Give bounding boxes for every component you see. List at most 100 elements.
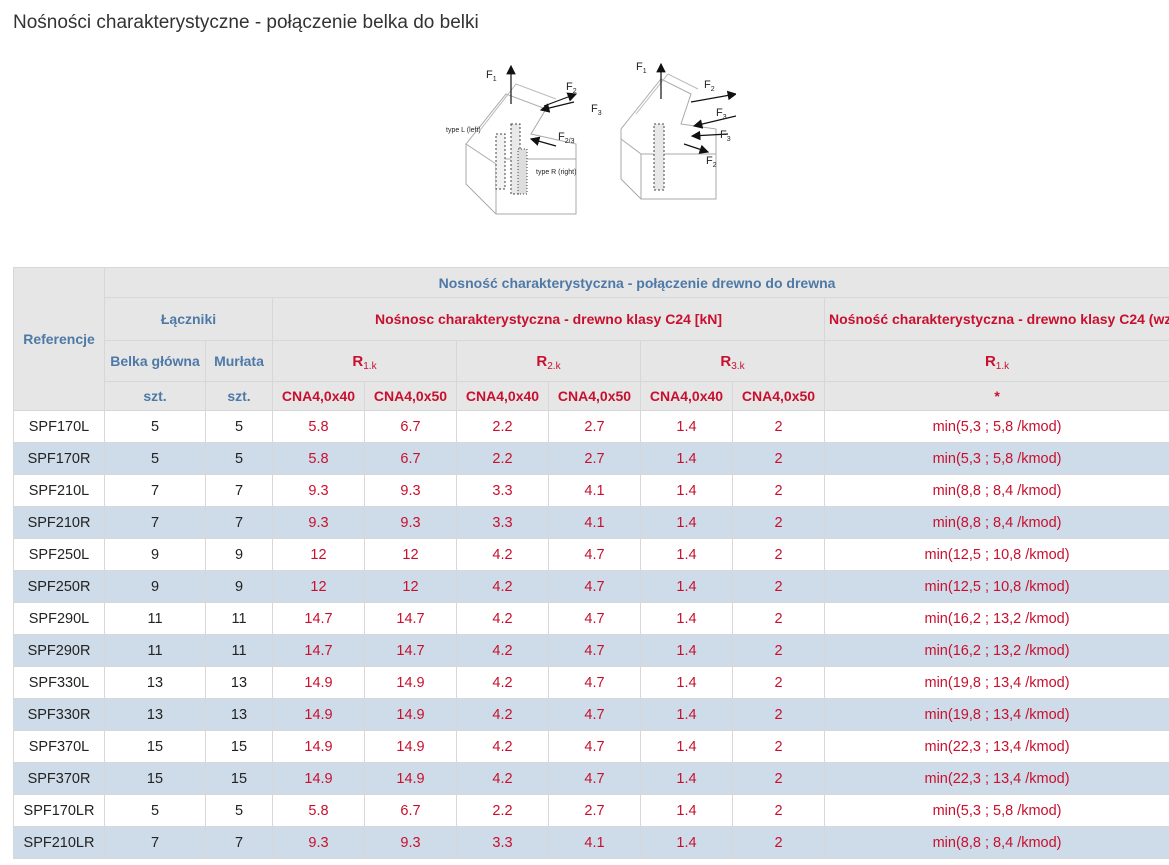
cell-r2-40: 4.2 xyxy=(456,538,549,571)
cell-r3-50: 2 xyxy=(732,634,825,667)
table-row: SPF370R 15 15 14.9 14.9 4.2 4.7 1.4 2 min(22,3 ; … xyxy=(13,762,1169,795)
cell-formula: min(16,2 ; 13,2 /kmod) xyxy=(823,634,1169,667)
cell-r2-40: 4.2 xyxy=(456,602,549,635)
cell-r2-40: 3.3 xyxy=(456,826,549,859)
cell-murlata: 11 xyxy=(205,602,273,635)
table-row: SPF210R 7 7 9.3 9.3 3.3 4.1 1.4 2 min(8,8 ; 8,4 /… xyxy=(13,506,1169,539)
cell-murlata: 5 xyxy=(205,410,273,443)
header-cna-6: CNA4,0x50 xyxy=(732,381,825,411)
table-row: SPF210L 7 7 9.3 9.3 3.3 4.1 1.4 2 min(8,8 ; 8,4 /… xyxy=(13,474,1169,507)
header-cna-5: CNA4,0x40 xyxy=(640,381,733,411)
table-row: SPF370L 15 15 14.9 14.9 4.2 4.7 1.4 2 min(22,3 ; … xyxy=(13,730,1169,763)
capacity-table: Referencje Nosność charakterystyczna - p… xyxy=(13,267,1169,859)
cell-r3-40: 1.4 xyxy=(640,730,733,763)
cell-r3-50: 2 xyxy=(732,442,825,475)
cell-r2-40: 4.2 xyxy=(456,666,549,699)
cell-r3-50: 2 xyxy=(732,826,825,859)
cell-r1-50: 14.9 xyxy=(364,666,457,699)
cell-murlata: 9 xyxy=(205,570,273,603)
cell-r3-40: 1.4 xyxy=(640,410,733,443)
header-r1-wzor: R1.k xyxy=(823,340,1169,382)
cell-belka: 13 xyxy=(104,698,206,731)
header-star: * xyxy=(823,381,1169,411)
cell-r2-50: 4.7 xyxy=(548,602,641,635)
header-cna-3: CNA4,0x40 xyxy=(456,381,549,411)
header-top: Nosność charakterystyczna - połączenie d… xyxy=(103,267,1169,298)
cell-ref: SPF210L xyxy=(13,474,105,507)
cell-r3-40: 1.4 xyxy=(640,602,733,635)
cell-r3-50: 2 xyxy=(732,666,825,699)
cell-r3-50: 2 xyxy=(732,794,825,827)
table-row: SPF290R 11 11 14.7 14.7 4.2 4.7 1.4 2 min(16,2 ; … xyxy=(13,634,1169,667)
cell-r3-40: 1.4 xyxy=(640,506,733,539)
cell-r2-40: 4.2 xyxy=(456,730,549,763)
table-row: SPF330R 13 13 14.9 14.9 4.2 4.7 1.4 2 min(19,8 ; … xyxy=(13,698,1169,731)
cell-r2-50: 2.7 xyxy=(548,410,641,443)
cell-formula: min(5,3 ; 5,8 /kmod) xyxy=(823,794,1169,827)
cell-r3-40: 1.4 xyxy=(640,634,733,667)
cell-r2-50: 4.7 xyxy=(548,634,641,667)
cell-r2-40: 3.3 xyxy=(456,506,549,539)
cell-belka: 13 xyxy=(104,666,206,699)
cell-r3-40: 1.4 xyxy=(640,570,733,603)
cell-r2-50: 4.7 xyxy=(548,730,641,763)
cell-ref: SPF330R xyxy=(13,698,105,731)
cell-r3-50: 2 xyxy=(732,698,825,731)
cell-r1-40: 5.8 xyxy=(272,442,365,475)
cell-r2-50: 4.7 xyxy=(548,666,641,699)
cell-r1-40: 12 xyxy=(272,570,365,603)
cell-r2-40: 4.2 xyxy=(456,698,549,731)
cell-r3-40: 1.4 xyxy=(640,826,733,859)
cell-r1-50: 14.9 xyxy=(364,730,457,763)
table-row: SPF250L 9 9 12 12 4.2 4.7 1.4 2 min(12,5 ; 10,8 /… xyxy=(13,538,1169,571)
label-f23-left: F2/3 xyxy=(558,131,575,145)
cell-r1-50: 6.7 xyxy=(364,442,457,475)
label-f1-right: F1 xyxy=(636,61,647,75)
cell-belka: 11 xyxy=(104,602,206,635)
cell-r1-40: 12 xyxy=(272,538,365,571)
cell-r1-40: 5.8 xyxy=(272,794,365,827)
cell-belka: 15 xyxy=(104,762,206,795)
cell-r1-50: 6.7 xyxy=(364,794,457,827)
cell-ref: SPF170R xyxy=(13,442,105,475)
cell-r2-50: 4.1 xyxy=(548,474,641,507)
cell-r2-50: 2.7 xyxy=(548,442,641,475)
cell-r2-50: 4.7 xyxy=(548,570,641,603)
label-f3a-right: F3 xyxy=(716,107,727,121)
table-row: SPF170L 5 5 5.8 6.7 2.2 2.7 1.4 2 min(5,3 ; 5,8 /… xyxy=(13,410,1169,443)
cell-r2-50: 4.1 xyxy=(548,826,641,859)
header-cna-2: CNA4,0x50 xyxy=(364,381,457,411)
cell-belka: 7 xyxy=(104,506,206,539)
cell-formula: min(19,8 ; 13,4 /kmod) xyxy=(823,698,1169,731)
plate-left-c xyxy=(517,148,528,195)
cell-r2-40: 2.2 xyxy=(456,794,549,827)
cell-r1-50: 12 xyxy=(364,570,457,603)
cell-r3-40: 1.4 xyxy=(640,794,733,827)
cell-ref: SPF210R xyxy=(13,506,105,539)
cell-formula: min(5,3 ; 5,8 /kmod) xyxy=(823,442,1169,475)
cell-belka: 7 xyxy=(104,826,206,859)
header-r2: R2.k xyxy=(456,340,641,382)
cell-formula: min(19,8 ; 13,4 /kmod) xyxy=(823,666,1169,699)
cell-belka: 5 xyxy=(104,410,206,443)
cell-r2-50: 4.7 xyxy=(548,538,641,571)
cell-r3-50: 2 xyxy=(732,474,825,507)
label-f3-left: F3 xyxy=(591,103,602,117)
cell-ref: SPF290L xyxy=(13,602,105,635)
cell-ref: SPF370L xyxy=(13,730,105,763)
header-r1: R1.k xyxy=(272,340,457,382)
cell-r1-40: 5.8 xyxy=(272,410,365,443)
cell-r1-50: 9.3 xyxy=(364,474,457,507)
cell-ref: SPF170L xyxy=(13,410,105,443)
cell-r3-40: 1.4 xyxy=(640,538,733,571)
right-bracket-drawing xyxy=(620,73,717,200)
cell-r3-40: 1.4 xyxy=(640,474,733,507)
table-row: SPF290L 11 11 14.7 14.7 4.2 4.7 1.4 2 min(16,2 ; … xyxy=(13,602,1169,635)
cell-formula: min(8,8 ; 8,4 /kmod) xyxy=(823,474,1169,507)
cell-r1-50: 14.7 xyxy=(364,634,457,667)
cell-r1-40: 14.7 xyxy=(272,634,365,667)
cell-r3-50: 2 xyxy=(732,730,825,763)
cell-r1-50: 9.3 xyxy=(364,826,457,859)
cell-murlata: 13 xyxy=(205,698,273,731)
cell-r1-50: 14.7 xyxy=(364,602,457,635)
